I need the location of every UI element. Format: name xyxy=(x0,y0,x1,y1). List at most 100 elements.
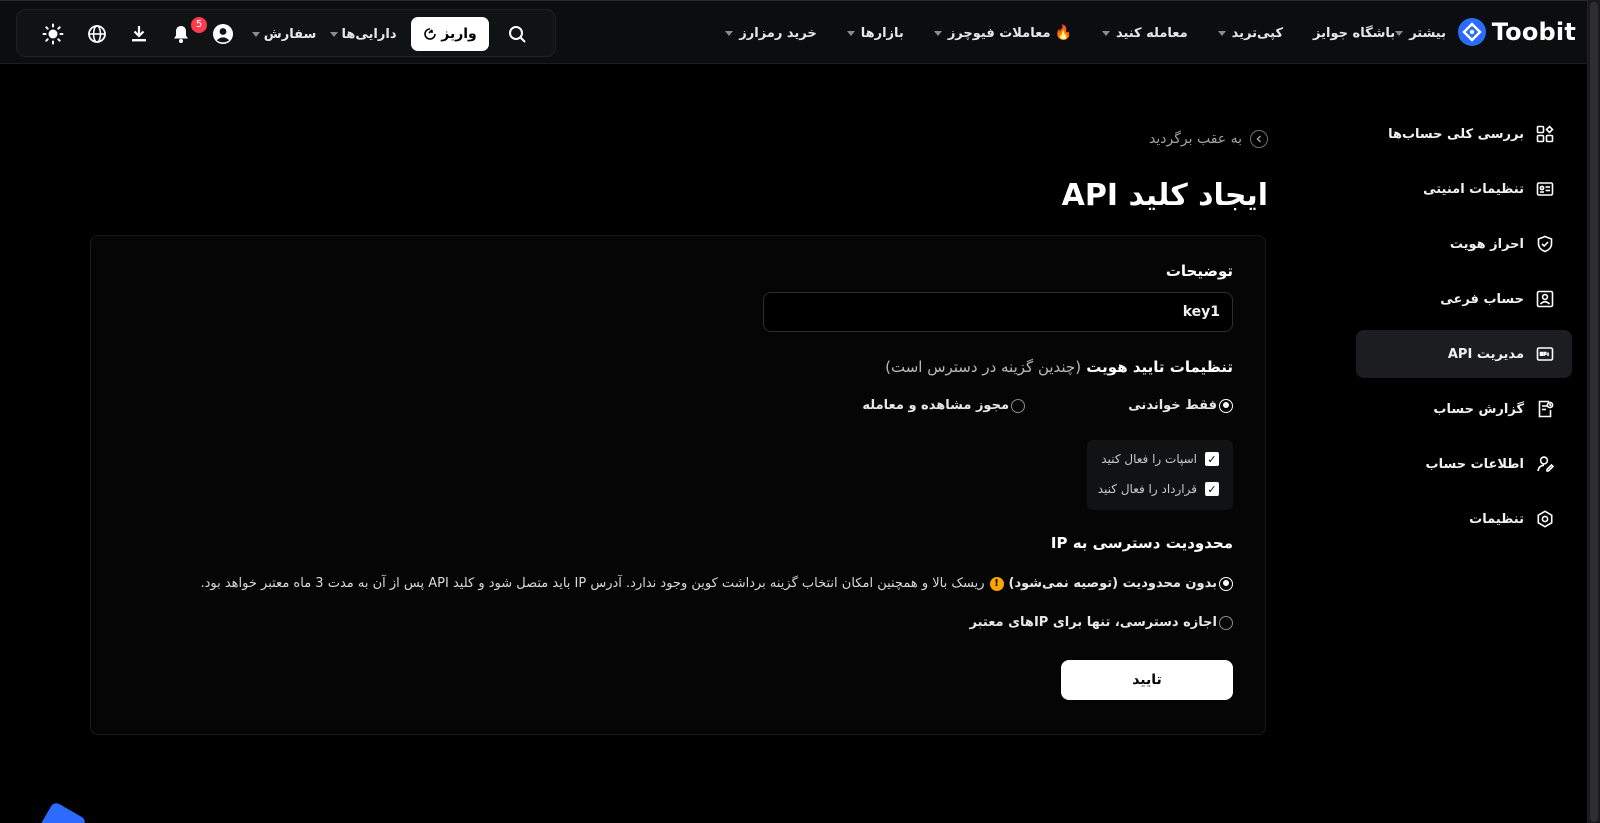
profile-button[interactable] xyxy=(205,10,241,58)
contract-label: قرارداد را فعال کنید xyxy=(1097,482,1197,496)
sidebar-item-account-overview[interactable]: بررسی کلی حساب‌ها xyxy=(1356,110,1572,158)
chevron-down-icon xyxy=(251,31,260,37)
nav-item-buy-crypto[interactable]: خرید رمزارز xyxy=(725,26,817,41)
contract-checkbox[interactable]: ✓ xyxy=(1205,482,1219,496)
auth-settings-title: تنظیمات تایید هویت xyxy=(1086,358,1233,376)
chevron-down-icon xyxy=(1395,30,1404,36)
deposit-button[interactable]: واریز xyxy=(411,17,489,51)
sidebar-item-label: اطلاعات حساب xyxy=(1425,456,1524,472)
trusted-ip-option[interactable]: اجازه دسترسی، تنها برای IPهای معتبر xyxy=(969,615,1233,630)
assets-label: دارایی‌ها xyxy=(341,26,397,42)
toolbar: واریز دارایی‌ها سفارش 5 xyxy=(16,9,556,57)
nav-item-markets[interactable]: بازارها xyxy=(846,25,904,41)
spot-checkbox-row[interactable]: ✓ اسپات را فعال کنید xyxy=(1101,452,1219,466)
chevron-down-icon xyxy=(1101,30,1110,36)
back-link[interactable]: به عقب برگردید xyxy=(1149,130,1268,148)
brand-logo[interactable]: Toobit xyxy=(1457,15,1576,49)
sidebar-item-sub-account[interactable]: حساب فرعی xyxy=(1356,275,1572,323)
sidebar-item-identity-verification[interactable]: احراز هویت xyxy=(1356,220,1572,268)
permission-checkboxes: ✓ اسپات را فعال کنید ✓ قرارداد را فعال ک… xyxy=(1087,440,1233,510)
search-button[interactable] xyxy=(497,10,537,58)
chevron-down-icon xyxy=(846,30,855,36)
theme-toggle[interactable] xyxy=(35,10,71,58)
warning-icon: ! xyxy=(989,576,1004,591)
api-icon xyxy=(1534,343,1556,365)
sidebar-item-label: بررسی کلی حساب‌ها xyxy=(1388,126,1524,142)
orders-label: سفارش xyxy=(263,26,317,42)
ip-restriction-label: محدودیت دسترسی به IP xyxy=(1050,534,1233,552)
unrestricted-label: بدون محدودیت (توصیه نمی‌شود) xyxy=(1008,576,1218,591)
unrestricted-radio[interactable] xyxy=(1219,576,1233,591)
nav-item-copy-trade[interactable]: کپی‌ترید xyxy=(1217,25,1284,41)
report-icon xyxy=(1534,398,1556,420)
nav-item-trade[interactable]: معامله کنید xyxy=(1101,25,1188,41)
trusted-ip-label: اجازه دسترسی، تنها برای IPهای معتبر xyxy=(969,615,1218,630)
unrestricted-note: ریسک بالا و همچنین امکان انتخاب گزینه بر… xyxy=(200,576,985,591)
sidebar-item-account-report[interactable]: گزارش حساب xyxy=(1356,385,1572,433)
deposit-label: واریز xyxy=(441,26,477,42)
read-only-option[interactable]: فقط خواندنی xyxy=(1128,398,1233,413)
sidebar-item-api-management[interactable]: مدیریت API xyxy=(1356,330,1572,378)
sidebar-item-label: حساب فرعی xyxy=(1440,291,1524,307)
sidebar-item-label: مدیریت API xyxy=(1447,346,1524,362)
page-scrollbar[interactable] xyxy=(1587,0,1600,823)
language-button[interactable] xyxy=(79,10,115,58)
sub-account-icon xyxy=(1534,288,1556,310)
bell-icon xyxy=(174,26,188,43)
scrollbar-thumb[interactable] xyxy=(1590,2,1598,822)
unrestricted-option[interactable]: بدون محدودیت (توصیه نمی‌شود) ! ریسک بالا… xyxy=(200,576,1233,591)
support-chat-button[interactable] xyxy=(35,801,87,823)
chevron-down-icon xyxy=(725,30,734,36)
toobit-logo-icon xyxy=(1457,18,1486,46)
assets-menu[interactable]: دارایی‌ها xyxy=(325,10,401,58)
read-only-label: فقط خواندنی xyxy=(1128,398,1217,413)
description-input[interactable] xyxy=(763,292,1233,332)
spot-checkbox[interactable]: ✓ xyxy=(1205,452,1219,466)
create-api-key-form: توضیحات تنظیمات تایید هویت (چندین گزینه … xyxy=(90,235,1266,735)
nav-item-more[interactable]: بیشتر xyxy=(1395,26,1446,41)
nav-item-futures[interactable]: 🔥 معاملات فیوچرز xyxy=(933,25,1072,41)
chevron-down-icon xyxy=(1217,30,1226,36)
nav-item-label: بیشتر xyxy=(1409,25,1446,41)
settings-icon xyxy=(1534,508,1556,530)
sidebar-item-label: تنظیمات xyxy=(1469,511,1524,527)
back-label: به عقب برگردید xyxy=(1149,131,1242,147)
trusted-ip-radio[interactable] xyxy=(1219,615,1233,630)
sidebar-item-account-info[interactable]: اطلاعات حساب xyxy=(1356,440,1572,488)
chevron-down-icon xyxy=(933,30,942,36)
view-trade-label: مجوز مشاهده و معامله xyxy=(862,398,1009,413)
globe-icon xyxy=(88,25,106,43)
chevron-left-icon xyxy=(1250,130,1268,148)
shield-check-icon xyxy=(1534,233,1556,255)
dashboard-icon xyxy=(1534,123,1556,145)
spot-label: اسپات را فعال کنید xyxy=(1101,452,1197,466)
id-card-icon xyxy=(1534,178,1556,200)
notification-count-badge: 5 xyxy=(191,17,207,33)
sidebar-item-label: گزارش حساب xyxy=(1433,401,1524,417)
download-icon xyxy=(132,26,146,42)
download-button[interactable] xyxy=(121,10,157,58)
confirm-button[interactable]: تایید xyxy=(1061,660,1233,700)
deposit-icon xyxy=(424,28,437,40)
nav-item-label: کپی‌ترید xyxy=(1231,25,1284,41)
view-trade-radio[interactable] xyxy=(1011,398,1025,413)
nav-item-label: معاملات فیوچرز xyxy=(947,25,1051,41)
nav-item-rewards-club[interactable]: باشگاه جوایز xyxy=(1313,26,1395,41)
auth-settings-label: تنظیمات تایید هویت (چندین گزینه در دسترس… xyxy=(885,358,1233,376)
sidebar-item-settings[interactable]: تنظیمات xyxy=(1356,495,1572,543)
search-icon xyxy=(509,26,526,43)
sidebar-item-label: احراز هویت xyxy=(1449,236,1524,252)
nav-item-label: معامله کنید xyxy=(1115,25,1188,41)
chevron-down-icon xyxy=(329,31,338,37)
nav-item-label: بازارها xyxy=(860,25,904,41)
notifications-button[interactable] xyxy=(163,10,199,58)
read-only-radio[interactable] xyxy=(1219,398,1233,413)
contract-checkbox-row[interactable]: ✓ قرارداد را فعال کنید xyxy=(1098,482,1219,496)
orders-menu[interactable]: سفارش xyxy=(251,10,317,58)
brand-name: Toobit xyxy=(1491,18,1576,46)
view-trade-option[interactable]: مجوز مشاهده و معامله xyxy=(862,398,1025,413)
fire-icon: 🔥 xyxy=(1054,25,1072,41)
account-sidebar: بررسی کلی حساب‌ها تنظیمات امنیتی احراز ه… xyxy=(1356,110,1572,550)
sidebar-item-security-settings[interactable]: تنظیمات امنیتی xyxy=(1356,165,1572,213)
sidebar-item-label: تنظیمات امنیتی xyxy=(1423,181,1524,197)
